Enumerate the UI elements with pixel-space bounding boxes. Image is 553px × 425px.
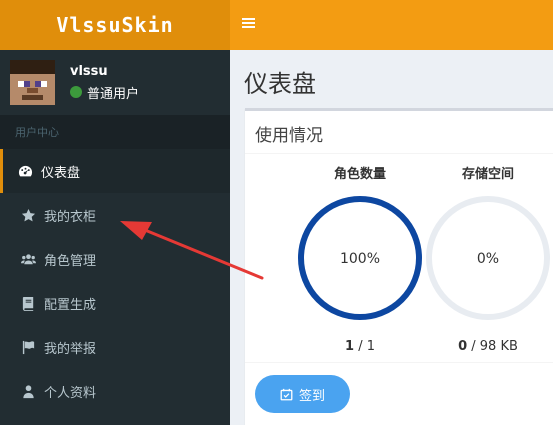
checkin-button[interactable]: 签到 xyxy=(255,375,350,413)
star-icon xyxy=(20,207,36,223)
user-icon xyxy=(20,383,36,399)
book-icon xyxy=(20,295,36,311)
sidebar-item-label: 个人资料 xyxy=(44,385,97,401)
ring-percent-label: 100% xyxy=(340,251,380,267)
status-online-icon xyxy=(70,86,82,98)
stat-value: 1 / 1 xyxy=(295,339,425,354)
stat-used: 1 xyxy=(345,339,355,354)
flag-icon xyxy=(20,339,36,355)
top-navbar xyxy=(230,0,553,50)
ring-percent-label: 0% xyxy=(477,251,499,267)
user-status-label: 普通用户 xyxy=(87,86,140,102)
users-icon xyxy=(20,251,36,267)
divider xyxy=(245,153,553,154)
menu-toggle-icon[interactable] xyxy=(242,16,260,34)
sidebar-item-dashboard[interactable]: 仪表盘 xyxy=(0,149,230,193)
sidebar-item-reports[interactable]: 我的举报 xyxy=(0,325,230,369)
sidebar-item-config[interactable]: 配置生成 xyxy=(0,281,230,325)
sidebar-item-label: 仪表盘 xyxy=(41,165,81,181)
main-content: 仪表盘 使用情况 角色数量 100% 1 / 1 存储空间 0% 0 / 98 … xyxy=(230,50,553,425)
divider xyxy=(245,362,553,363)
stat-label: 存储空间 xyxy=(461,167,514,182)
sidebar-item-profile[interactable]: 个人资料 xyxy=(0,369,230,413)
sidebar-item-label: 我的衣柜 xyxy=(44,209,97,225)
stat-value: 0 / 98 KB xyxy=(423,339,553,354)
sidebar-item-label: 角色管理 xyxy=(44,253,97,269)
sidebar-section-header: 用户中心 xyxy=(0,115,230,149)
checkin-button-label: 签到 xyxy=(298,388,325,404)
stat-used: 0 xyxy=(458,339,468,354)
stat-total: / 98 KB xyxy=(467,339,518,354)
avatar xyxy=(10,60,55,105)
stat-total: / 1 xyxy=(354,339,375,354)
usage-box-title: 使用情况 xyxy=(255,126,323,146)
usage-box: 使用情况 角色数量 100% 1 / 1 存储空间 0% 0 / 98 KB 签… xyxy=(245,108,553,425)
user-status: 普通用户 xyxy=(70,83,139,102)
page-title: 仪表盘 xyxy=(244,70,316,98)
sidebar-item-characters[interactable]: 角色管理 xyxy=(0,237,230,281)
usage-progress-ring: 100% xyxy=(298,196,422,320)
stat-label: 角色数量 xyxy=(333,167,386,182)
app-logo[interactable]: VlssuSkin xyxy=(0,0,230,50)
sidebar: vlssu 普通用户 用户中心 仪表盘 我的衣柜 角色管理 配置生成 我的举报 … xyxy=(0,50,230,425)
dashboard-icon xyxy=(17,163,33,179)
user-name: vlssu xyxy=(70,63,108,79)
calendar-check-icon xyxy=(280,388,293,400)
sidebar-item-wardrobe[interactable]: 我的衣柜 xyxy=(0,193,230,237)
user-panel: vlssu 普通用户 xyxy=(0,50,230,115)
sidebar-item-label: 配置生成 xyxy=(44,297,97,313)
usage-progress-ring: 0% xyxy=(426,196,550,320)
sidebar-item-label: 我的举报 xyxy=(44,341,97,357)
